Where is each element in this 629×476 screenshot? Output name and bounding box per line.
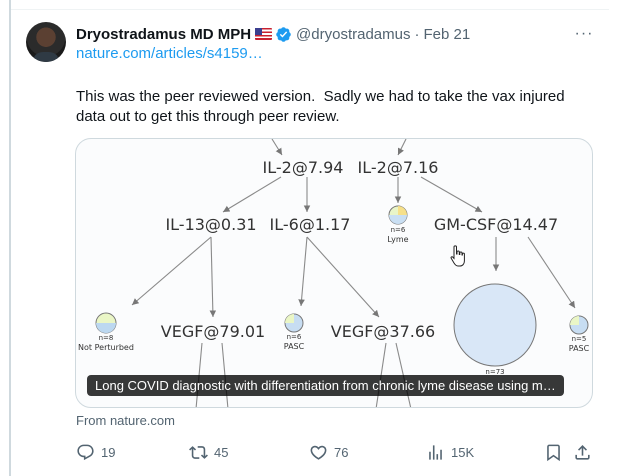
edge-top-1 xyxy=(271,139,283,156)
leaf-large-node: n=73 xyxy=(453,283,537,376)
leaf-pasc2-label: PASC xyxy=(569,344,590,353)
node-vegf-b: VEGF@37.66 xyxy=(331,322,435,341)
bookmark-button[interactable] xyxy=(544,441,569,463)
tweet-actions: 19 45 76 15K xyxy=(76,441,596,463)
hand-cursor-icon xyxy=(450,245,465,267)
leaf-notpert-label: Not Perturbed xyxy=(78,343,134,352)
edge-il6-pasc1 xyxy=(298,236,308,307)
leaf-lyme-n: n=6 xyxy=(391,226,406,234)
reply-count: 19 xyxy=(101,444,116,460)
reply-icon xyxy=(77,444,94,460)
bookmark-icon xyxy=(547,444,560,461)
tweet-header: Dryostradamus MD MPH @dryostradamus · Fe… xyxy=(76,24,546,44)
heart-icon xyxy=(310,445,327,460)
node-gmcsf: GM-CSF@14.47 xyxy=(434,215,558,234)
edge-il2a-il13 xyxy=(222,176,282,213)
author-handle[interactable]: @dryostradamus xyxy=(296,26,410,43)
edge-il13-vegfa xyxy=(209,236,217,318)
node-vegf-a: VEGF@79.01 xyxy=(161,322,265,341)
like-button[interactable]: 76 xyxy=(309,441,348,463)
edge-il13-notpert xyxy=(131,236,212,306)
separator-dot: · xyxy=(414,25,420,43)
views-button[interactable]: 15K xyxy=(426,441,474,463)
leaf-lyme: n=6 Lyme xyxy=(387,205,409,244)
retweet-count: 45 xyxy=(214,444,229,460)
views-chart-icon xyxy=(429,444,442,460)
edge-top-2 xyxy=(397,139,407,156)
node-il6: IL-6@1.17 xyxy=(270,215,351,234)
leaf-pasc1-label: PASC xyxy=(284,342,305,351)
thread-connector-line xyxy=(9,0,11,476)
retweet-button[interactable]: 45 xyxy=(189,441,228,463)
us-flag-icon xyxy=(255,28,273,40)
views-count: 15K xyxy=(451,444,475,460)
edge-il2b-gmcsf xyxy=(420,176,483,213)
node-il2-a: IL-2@7.94 xyxy=(263,158,344,177)
like-count: 76 xyxy=(334,444,349,460)
previous-tweet-divider xyxy=(11,0,609,10)
leaf-pasc-2: n=5 PASC xyxy=(569,315,590,353)
leaf-lyme-label: Lyme xyxy=(387,235,408,244)
verified-badge-icon[interactable] xyxy=(275,26,292,43)
leaf-pasc-1: n=6 PASC xyxy=(284,313,305,351)
tweet-text: This was the peer reviewed version. Sadl… xyxy=(76,88,569,125)
leaf-not-perturbed: n=8 Not Perturbed xyxy=(78,312,134,352)
tweet-date[interactable]: Feb 21 xyxy=(423,26,470,43)
decision-tree-diagram: IL-2@7.94 IL-2@7.16 IL-13@0.31 IL-6@1.17… xyxy=(78,139,590,407)
edge-gmcsf-pasc2 xyxy=(527,236,576,309)
article-link[interactable]: nature.com/articles/s4159… xyxy=(76,45,263,62)
avatar[interactable] xyxy=(26,22,66,62)
reply-button[interactable]: 19 xyxy=(76,441,115,463)
edge-il6-vegfb xyxy=(306,236,380,318)
node-il13: IL-13@0.31 xyxy=(165,215,256,234)
leaf-pasc2-n: n=5 xyxy=(572,335,587,343)
author-name[interactable]: Dryostradamus MD MPH xyxy=(76,26,251,43)
leaf-notpert-n: n=8 xyxy=(99,334,114,342)
node-il2-b: IL-2@7.16 xyxy=(358,158,439,177)
card-source[interactable]: From nature.com xyxy=(76,413,175,428)
leaf-pasc1-n: n=6 xyxy=(287,333,302,341)
link-card[interactable]: IL-2@7.94 IL-2@7.16 IL-13@0.31 IL-6@1.17… xyxy=(75,138,593,408)
share-button[interactable] xyxy=(573,441,598,463)
card-caption: Long COVID diagnostic with differentiati… xyxy=(87,375,564,396)
share-icon xyxy=(575,444,590,460)
more-options-icon[interactable]: ··· xyxy=(573,24,595,44)
retweet-icon xyxy=(189,445,208,459)
